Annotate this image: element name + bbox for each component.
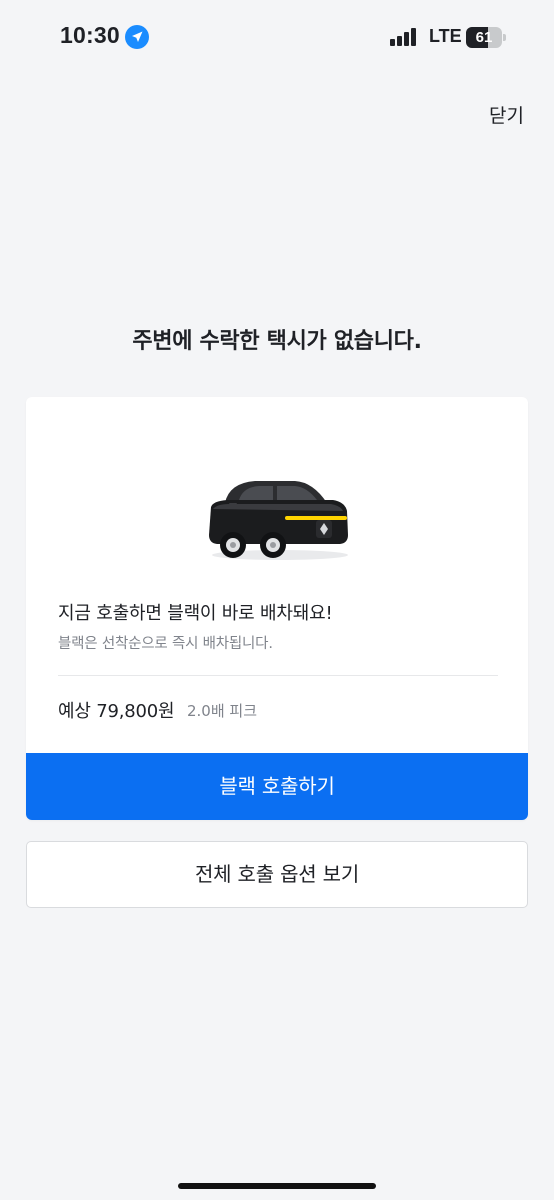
status-time: 10:30 [60, 22, 120, 48]
location-arrow-icon [125, 25, 149, 49]
close-button[interactable]: 닫기 [489, 101, 524, 128]
call-black-button[interactable]: 블랙 호출하기 [26, 753, 528, 820]
network-type-label: LTE [429, 26, 462, 46]
black-taxi-offer-card: 지금 호출하면 블랙이 바로 배차돼요! 블랙은 선착순으로 즉시 배차됩니다.… [26, 397, 528, 820]
card-divider [58, 675, 498, 676]
offer-headline: 지금 호출하면 블랙이 바로 배차돼요! [58, 603, 333, 624]
fare-estimate: 예상 79,800원 [58, 701, 175, 722]
battery-icon: 61 [466, 27, 506, 48]
page-title: 주변에 수락한 택시가 없습니다. [132, 329, 422, 354]
surge-multiplier-label: 2.0배 피크 [187, 702, 258, 720]
home-indicator[interactable] [178, 1183, 376, 1189]
battery-percent: 61 [475, 29, 493, 46]
black-car-icon [203, 473, 353, 563]
cellular-signal-icon [390, 28, 420, 46]
offer-subtext: 블랙은 선착순으로 즉시 배차됩니다. [58, 636, 273, 652]
view-all-ride-options-button[interactable]: 전체 호출 옵션 보기 [26, 841, 528, 908]
status-bar: 10:30 LTE 61 [0, 0, 554, 76]
